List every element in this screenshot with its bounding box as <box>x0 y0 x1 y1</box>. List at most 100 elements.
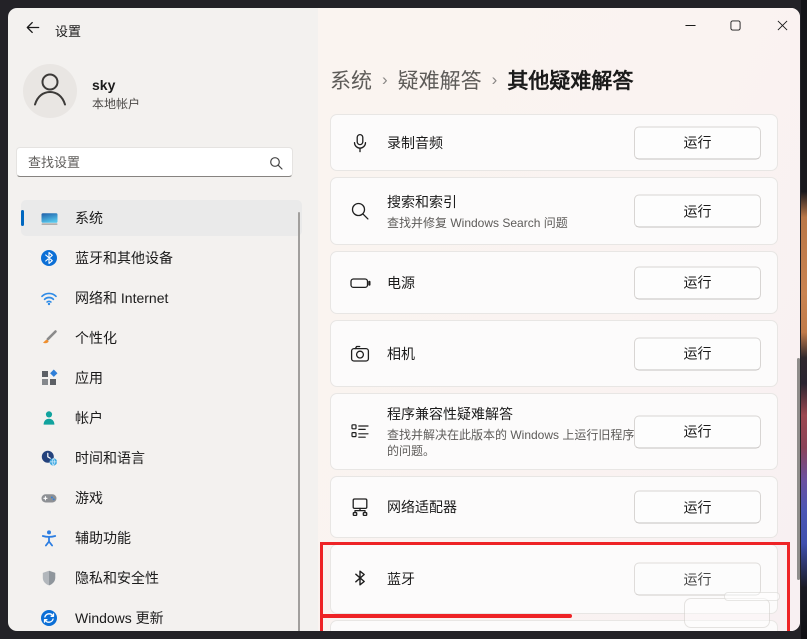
sidebar-item-accessibility[interactable]: 辅助功能 <box>21 520 302 556</box>
row-title: 搜索和索引 <box>387 192 639 212</box>
breadcrumb-separator-icon: › <box>492 70 498 90</box>
sidebar-item-label: 应用 <box>75 368 103 388</box>
row-text: 蓝牙 <box>387 569 639 589</box>
sidebar-item-accounts[interactable]: 帐户 <box>21 400 302 436</box>
sidebar-item-time-language[interactable]: 时间和语言 <box>21 440 302 476</box>
maximize-button[interactable] <box>714 10 756 42</box>
row-subtitle: 查找并修复 Windows Search 问题 <box>387 215 639 231</box>
maximize-icon <box>730 19 741 34</box>
back-button[interactable] <box>18 16 46 42</box>
account-card[interactable]: sky 本地帐户 <box>23 64 303 120</box>
selection-indicator <box>21 250 24 266</box>
troubleshooter-row: 录制音频运行 <box>330 114 778 171</box>
row-text: 搜索和索引查找并修复 Windows Search 问题 <box>387 192 639 231</box>
selection-indicator <box>21 570 24 586</box>
privacy-icon <box>40 569 59 588</box>
breadcrumb-link[interactable]: 疑难解答 <box>398 65 482 95</box>
sidebar-item-personalization[interactable]: 个性化 <box>21 320 302 356</box>
sidebar-item-label: 隐私和安全性 <box>75 568 159 588</box>
run-button[interactable]: 运行 <box>634 563 761 596</box>
sidebar-item-label: 个性化 <box>75 328 117 348</box>
close-icon <box>777 19 788 34</box>
selection-indicator <box>21 410 24 426</box>
row-title: 蓝牙 <box>387 569 639 589</box>
selection-indicator <box>21 610 24 626</box>
run-button[interactable]: 运行 <box>634 195 761 228</box>
sidebar-item-label: 帐户 <box>75 408 103 428</box>
person-icon <box>23 62 77 121</box>
network-icon <box>40 289 59 308</box>
sidebar-item-label: 时间和语言 <box>75 448 145 468</box>
troubleshooter-row: 搜索和索引查找并修复 Windows Search 问题运行 <box>330 177 778 245</box>
selection-indicator <box>21 490 24 506</box>
desktop-wallpaper-sliver <box>801 0 807 639</box>
selection-indicator <box>21 530 24 546</box>
overlay-artifact <box>724 592 780 601</box>
sidebar: sky 本地帐户 系统蓝牙和其他设备网络和 Internet 个性化应用帐户时间和… <box>8 48 318 631</box>
selection-indicator <box>21 330 24 346</box>
selection-indicator <box>21 450 24 466</box>
desktop: { "window": { "title": "设置" }, "user": {… <box>0 0 807 639</box>
apps-icon <box>40 369 59 388</box>
minimize-button[interactable] <box>669 10 711 42</box>
selection-indicator <box>21 210 24 226</box>
selection-indicator <box>21 290 24 306</box>
row-title: 相机 <box>387 344 639 364</box>
breadcrumb-current: 其他疑难解答 <box>507 65 633 95</box>
troubleshooter-list: 录制音频运行搜索和索引查找并修复 Windows Search 问题运行电源运行… <box>330 114 778 631</box>
run-button[interactable]: 运行 <box>634 337 761 370</box>
breadcrumb-separator-icon: › <box>382 70 388 90</box>
sidebar-item-label: 网络和 Internet <box>75 288 168 308</box>
bluetooth-icon <box>40 249 59 268</box>
titlebar: 设置 <box>8 8 800 48</box>
close-button[interactable] <box>761 10 800 42</box>
gaming-icon <box>40 489 59 508</box>
sidebar-item-label: 游戏 <box>75 488 103 508</box>
sidebar-item-windows-update[interactable]: Windows 更新 <box>21 600 302 631</box>
run-button[interactable]: 运行 <box>634 266 761 299</box>
row-text: 相机 <box>387 344 639 364</box>
search-input[interactable] <box>17 148 292 176</box>
run-button[interactable]: 运行 <box>634 126 761 159</box>
troubleshooter-row: 相机运行 <box>330 320 778 387</box>
sidebar-item-privacy[interactable]: 隐私和安全性 <box>21 560 302 596</box>
sidebar-item-label: 系统 <box>75 208 103 228</box>
sidebar-item-label: 辅助功能 <box>75 528 131 548</box>
troubleshooter-row: 程序兼容性疑难解答查找并解决在此版本的 Windows 上运行旧程序的问题。运行 <box>330 393 778 470</box>
camera-icon <box>349 343 373 365</box>
troubleshooter-row: 电源运行 <box>330 251 778 314</box>
troubleshooter-row: 网络适配器运行 <box>330 476 778 538</box>
content-scrollbar[interactable] <box>797 358 800 580</box>
row-text: 录制音频 <box>387 133 639 153</box>
time-language-icon <box>40 449 59 468</box>
sidebar-scrollbar[interactable] <box>298 212 300 631</box>
compat-icon <box>349 421 373 443</box>
accessibility-icon <box>40 529 59 548</box>
account-name: sky <box>92 77 115 93</box>
sidebar-item-gaming[interactable]: 游戏 <box>21 480 302 516</box>
run-button[interactable]: 运行 <box>634 415 761 448</box>
sidebar-item-system[interactable]: 系统 <box>21 200 302 236</box>
row-text: 程序兼容性疑难解答查找并解决在此版本的 Windows 上运行旧程序的问题。 <box>387 404 639 459</box>
row-subtitle: 查找并解决在此版本的 Windows 上运行旧程序的问题。 <box>387 427 639 459</box>
sidebar-nav: 系统蓝牙和其他设备网络和 Internet 个性化应用帐户时间和语言游戏辅助功能隐… <box>21 200 302 631</box>
network-adapter-icon <box>349 496 373 518</box>
settings-window: 设置 sky 本地帐户 系统蓝牙和其他设备网络和 Inter <box>8 8 800 631</box>
selection-indicator <box>21 370 24 386</box>
row-title: 电源 <box>387 273 639 293</box>
row-title: 程序兼容性疑难解答 <box>387 404 639 424</box>
account-type: 本地帐户 <box>92 95 140 112</box>
minimize-icon <box>685 19 696 34</box>
app-title: 设置 <box>55 21 81 40</box>
sidebar-item-bluetooth[interactable]: 蓝牙和其他设备 <box>21 240 302 276</box>
back-arrow-icon <box>24 19 41 39</box>
sidebar-item-apps[interactable]: 应用 <box>21 360 302 396</box>
accounts-icon <box>40 409 59 428</box>
bluetooth-run-icon <box>349 568 373 590</box>
run-button[interactable]: 运行 <box>634 491 761 524</box>
breadcrumb-link[interactable]: 系统 <box>330 65 372 95</box>
sidebar-item-network[interactable]: 网络和 Internet <box>21 280 302 316</box>
sidebar-item-label: 蓝牙和其他设备 <box>75 248 173 268</box>
avatar <box>23 64 77 118</box>
system-icon <box>40 209 59 228</box>
